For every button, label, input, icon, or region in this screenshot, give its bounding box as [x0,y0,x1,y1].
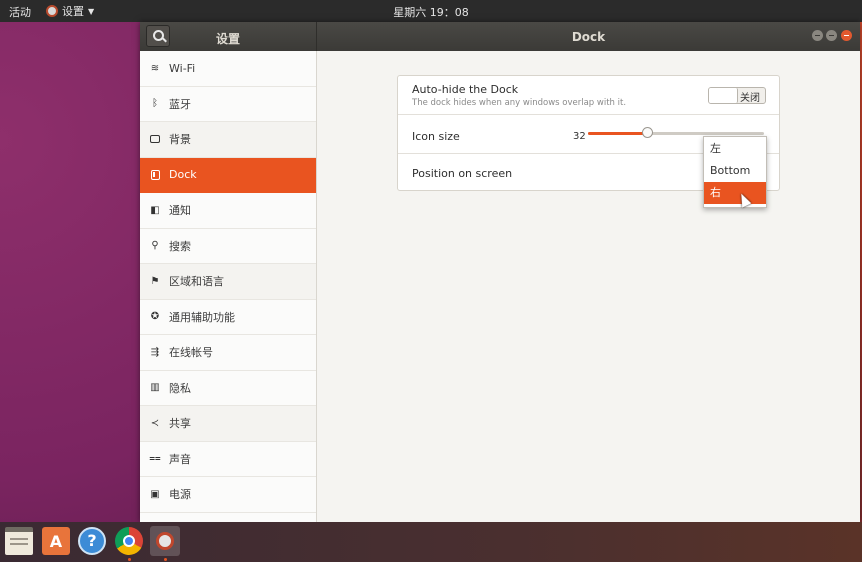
sidebar-item-label: Wi-Fi [169,61,196,75]
sidebar-item-wifi[interactable]: ≋ Wi-Fi [140,51,316,87]
position-dropdown-menu: 左 Bottom 右 [703,136,767,208]
launcher-dock: A ? [0,522,862,562]
sidebar-item-network[interactable]: ◫ 网络 [140,513,316,523]
dock-icon [149,169,161,181]
sidebar: ≋ Wi-Fi ᛒ 蓝牙 背景 Dock ◧ 通知 ⚲ 搜索 ⚑ 区域和语言 ✪ [140,51,317,522]
sidebar-item-label: 共享 [169,417,191,431]
search-icon: ⚲ [151,240,159,252]
sidebar-item-label: 蓝牙 [169,97,191,111]
settings-window: 设置 Dock ≋ Wi-Fi ᛒ 蓝牙 背景 Dock ◧ 通知 ⚲ 搜索 ⚑… [140,22,860,522]
slider-thumb[interactable] [641,127,653,138]
sidebar-item-power[interactable]: ▣ 电源 [140,477,316,513]
running-indicator [164,558,167,561]
sidebar-item-label: 背景 [169,133,191,147]
position-option-bottom[interactable]: Bottom [704,160,766,182]
minimize-button[interactable] [812,30,823,41]
sidebar-item-label: 通用辅助功能 [169,310,235,324]
sidebar-item-search[interactable]: ⚲ 搜索 [140,229,316,264]
sidebar-item-region[interactable]: ⚑ 区域和语言 [140,264,316,300]
sidebar-item-label: 区域和语言 [169,275,224,289]
autohide-label: Auto-hide the Dock [412,83,519,96]
window-titlebar[interactable]: 设置 Dock [140,22,860,51]
sidebar-item-background[interactable]: 背景 [140,122,316,158]
sidebar-item-online-accounts[interactable]: ⇶ 在线帐号 [140,335,316,371]
clock[interactable]: 星期六 19：08 [0,4,862,20]
background-icon [149,133,161,145]
sidebar-item-label: 搜索 [169,239,191,253]
notification-icon: ◧ [150,204,160,216]
toggle-state-label: 关闭 [740,93,760,104]
page-title: Dock [571,30,606,44]
autohide-description: The dock hides when any windows overlap … [412,98,627,108]
autohide-toggle[interactable]: 关闭 [708,87,766,104]
position-option-right[interactable]: 右 [704,182,766,204]
icon-size-label: Icon size [412,130,460,143]
software-store-icon[interactable]: A [42,527,70,555]
sidebar-item-label: 隐私 [169,381,191,395]
sidebar-item-accessibility[interactable]: ✪ 通用辅助功能 [140,300,316,335]
running-indicator [128,558,131,561]
chrome-icon[interactable] [115,527,143,555]
autohide-row: Auto-hide the Dock The dock hides when a… [398,76,779,115]
wifi-icon: ≋ [150,62,160,74]
region-icon: ⚑ [150,275,160,287]
share-icon: ≺ [150,417,160,429]
sidebar-item-bluetooth[interactable]: ᛒ 蓝牙 [140,87,316,122]
sidebar-item-sound[interactable]: ⩵ 声音 [140,442,316,477]
online-accounts-icon: ⇶ [150,346,160,358]
privacy-icon: ▥ [150,382,160,394]
settings-icon[interactable] [150,526,180,556]
power-icon: ▣ [150,488,160,500]
sidebar-item-label: 通知 [169,204,191,218]
dock-settings-content: Auto-hide the Dock The dock hides when a… [317,51,860,522]
sidebar-item-label: 声音 [169,452,191,466]
sidebar-item-privacy[interactable]: ▥ 隐私 [140,371,316,406]
position-option-left[interactable]: 左 [704,138,766,160]
sound-icon: ⩵ [149,453,161,465]
slider-fill [588,132,647,135]
sidebar-item-notifications[interactable]: ◧ 通知 [140,193,316,229]
close-button[interactable] [841,30,852,41]
sidebar-item-label: 电源 [169,488,191,502]
sidebar-item-label: Dock [169,168,197,182]
sidebar-item-label: 在线帐号 [169,346,213,360]
sidebar-item-sharing[interactable]: ≺ 共享 [140,406,316,442]
icon-size-slider[interactable] [588,127,764,138]
help-icon[interactable]: ? [78,527,106,555]
accessibility-icon: ✪ [150,311,160,323]
maximize-button[interactable] [826,30,837,41]
bluetooth-icon: ᛒ [152,98,158,110]
icon-size-value: 32 [573,131,586,142]
files-icon[interactable] [5,527,33,555]
toggle-knob [709,88,738,103]
sidebar-item-dock[interactable]: Dock [140,157,316,193]
position-label: Position on screen [412,167,513,180]
sidebar-title: 设置 [215,32,240,46]
top-bar: 活动 设置 ▼ 星期六 19：08 [0,0,862,22]
